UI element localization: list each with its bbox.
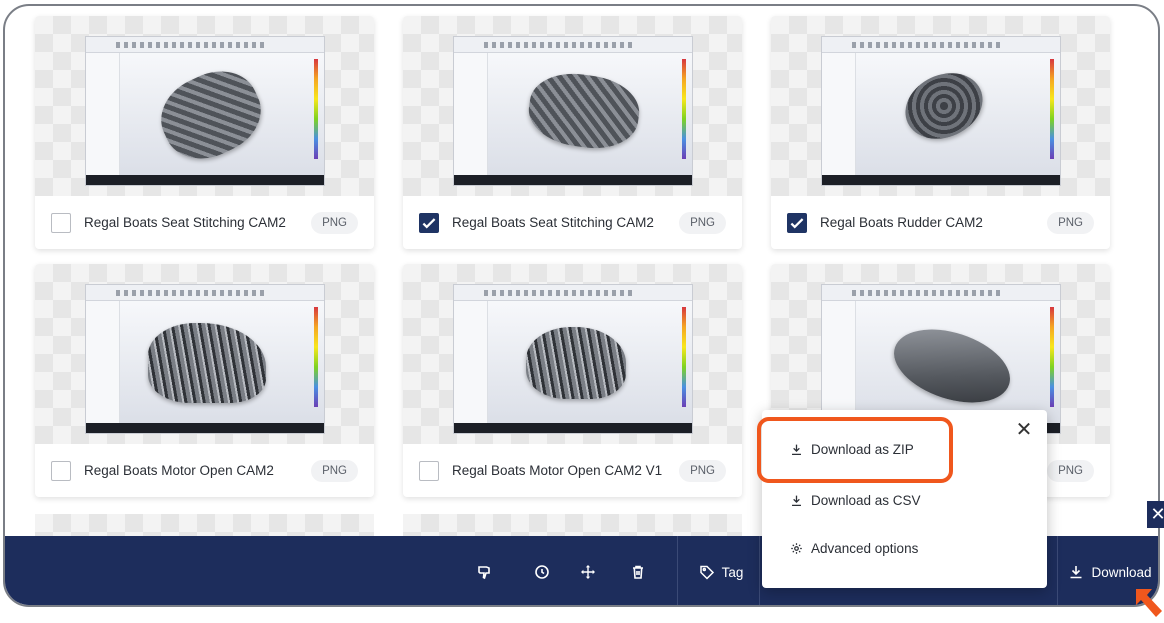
asset-card[interactable]: Regal Boats Seat Stitching CAM2 PNG — [403, 16, 742, 249]
format-badge: PNG — [679, 211, 726, 234]
asset-card[interactable]: Regal Boats Seat Stitching CAM2 PNG — [35, 16, 374, 249]
asset-thumbnail[interactable] — [403, 16, 742, 196]
annotation-highlight — [757, 417, 953, 483]
select-checkbox[interactable] — [51, 460, 71, 481]
format-badge: PNG — [311, 459, 358, 482]
tag-label: Tag — [721, 564, 744, 580]
asset-title: Regal Boats Seat Stitching CAM2 — [84, 215, 286, 230]
select-checkbox[interactable] — [787, 212, 807, 233]
select-checkbox[interactable] — [419, 460, 439, 481]
asset-title: Regal Boats Motor Open CAM2 — [84, 463, 274, 478]
select-checkbox[interactable] — [419, 212, 439, 233]
asset-card[interactable]: Regal Boats Motor Open CAM2 V1 PNG — [403, 264, 742, 497]
format-badge: PNG — [1047, 211, 1094, 234]
asset-title: Regal Boats Motor Open CAM2 V1 — [452, 463, 663, 478]
format-badge: PNG — [679, 459, 726, 482]
download-csv-option[interactable]: Download as CSV — [790, 493, 921, 508]
tag-button[interactable]: Tag — [683, 536, 759, 605]
advanced-options-option[interactable]: Advanced options — [790, 541, 918, 556]
asset-title: Regal Boats Seat Stitching CAM2 — [452, 215, 654, 230]
asset-thumbnail[interactable] — [403, 264, 742, 444]
download-label: Download — [1091, 564, 1152, 580]
move-icon[interactable] — [573, 536, 603, 605]
asset-thumbnail[interactable] — [771, 16, 1110, 196]
asset-thumbnail[interactable] — [35, 16, 374, 196]
asset-thumbnail[interactable] — [35, 264, 374, 444]
close-menu-button[interactable]: ✕ — [1015, 420, 1033, 440]
download-icon — [792, 495, 801, 507]
asset-card[interactable]: Regal Boats Rudder CAM2 PNG — [771, 16, 1110, 249]
advanced-options-label: Advanced options — [811, 541, 919, 556]
gear-icon — [791, 543, 802, 554]
trash-icon[interactable] — [623, 536, 653, 605]
format-badge: PNG — [311, 211, 358, 234]
thumbs-down-icon[interactable] — [470, 536, 500, 605]
format-badge: PNG — [1047, 459, 1094, 482]
download-icon — [1070, 566, 1082, 579]
clock-icon[interactable] — [527, 536, 557, 605]
select-checkbox[interactable] — [51, 212, 71, 233]
asset-title: Regal Boats Rudder CAM2 — [820, 215, 983, 230]
tag-icon — [699, 565, 714, 580]
download-csv-label: Download as CSV — [811, 493, 921, 508]
asset-card[interactable]: Regal Boats Motor Open CAM2 PNG — [35, 264, 374, 497]
close-toolbar-button[interactable]: ✕ — [1147, 501, 1164, 528]
annotation-arrow-icon — [1136, 589, 1162, 617]
